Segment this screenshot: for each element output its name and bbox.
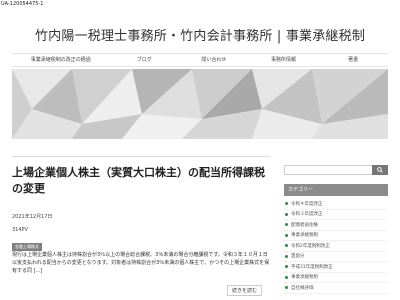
site-title[interactable]: 竹内陽一税理士事務所・竹内会計事務所 | 事業承継税制 [0,25,400,44]
nav-item-succession-history[interactable]: 事業承継税制の改正の経過 [12,54,109,66]
category-label: 事業承継税制 [291,233,318,239]
nav-item-books[interactable]: 著書 [318,54,388,66]
main-nav: 事業承継税制の改正の経過 ブログ 問い合わせ 事務所情報 著書 [12,53,388,67]
category-label: 令和３年度改正 [291,212,323,218]
header-banner-image [12,69,388,139]
category-item[interactable]: 令和2年度税制改正 [284,241,388,252]
category-item[interactable]: 自社株評価 [284,283,388,294]
nav-item-office-info[interactable]: 事務所情報 [249,54,319,66]
post-date: 2021年12月17日 [12,214,53,220]
post-entry: 上場企業個人株主（実質大口株主）の配当所得課税の変更 2021年12月17日 3… [12,156,270,300]
post-title[interactable]: 上場企業個人株主（実質大口株主）の配当所得課税の変更 [12,165,270,197]
bullet-icon [285,233,288,237]
search-button[interactable] [372,165,388,175]
category-label: 令和４年度改正 [291,201,323,207]
category-badge[interactable]: 金融上場株式 [12,243,42,251]
category-list: 令和４年度改正 令和３年度改正 配偶者居住権 事業承継税制 令和2年度税制改正 … [284,199,388,294]
search-form [284,165,388,184]
bullet-icon [285,223,288,227]
bullet-icon [285,286,288,290]
category-item[interactable]: 事業承継税制 [284,273,388,283]
category-label: 自社株評価 [291,285,314,291]
category-item[interactable]: 遺留分 [284,252,388,262]
bullet-icon [285,275,288,279]
category-heading: カテゴリー [284,184,388,196]
bullet-icon [285,244,288,248]
category-label: 令和2年度税制改正 [291,243,330,249]
read-more-button[interactable]: 続きを読む [226,285,262,296]
low-poly-pattern [12,69,388,139]
category-label: 事業承継税制 [291,275,318,281]
category-item[interactable]: 事業承継税制 [284,231,388,241]
bullet-icon [285,254,288,258]
category-item[interactable]: 令和３年度改正 [284,210,388,220]
category-item[interactable]: 平成31年度税制改正 [284,262,388,273]
nav-item-contact[interactable]: 問い合わせ [179,54,249,66]
tracking-id-text: UA-120054475-1 [1,1,44,7]
post-views: 314PV [12,227,28,233]
sidebar: カテゴリー 令和４年度改正 令和３年度改正 配偶者居住権 事業承継税制 令和2年… [284,165,388,294]
bullet-icon [285,265,288,269]
post-excerpt: 現行は上場企業個人株主は持株割合が3％以上の場合総合課税、3％未満の場合分離課税… [12,252,270,274]
search-input[interactable] [285,176,371,184]
category-label: 配偶者居住権 [291,222,318,228]
bullet-icon [285,202,288,206]
category-item[interactable]: 令和４年度改正 [284,199,388,210]
search-icon [377,167,383,173]
bullet-icon [285,212,288,216]
category-item[interactable]: 配偶者居住権 [284,220,388,231]
nav-item-blog[interactable]: ブログ [109,54,179,66]
category-label: 平成31年度税制改正 [291,264,333,270]
category-label: 遺留分 [291,254,305,260]
